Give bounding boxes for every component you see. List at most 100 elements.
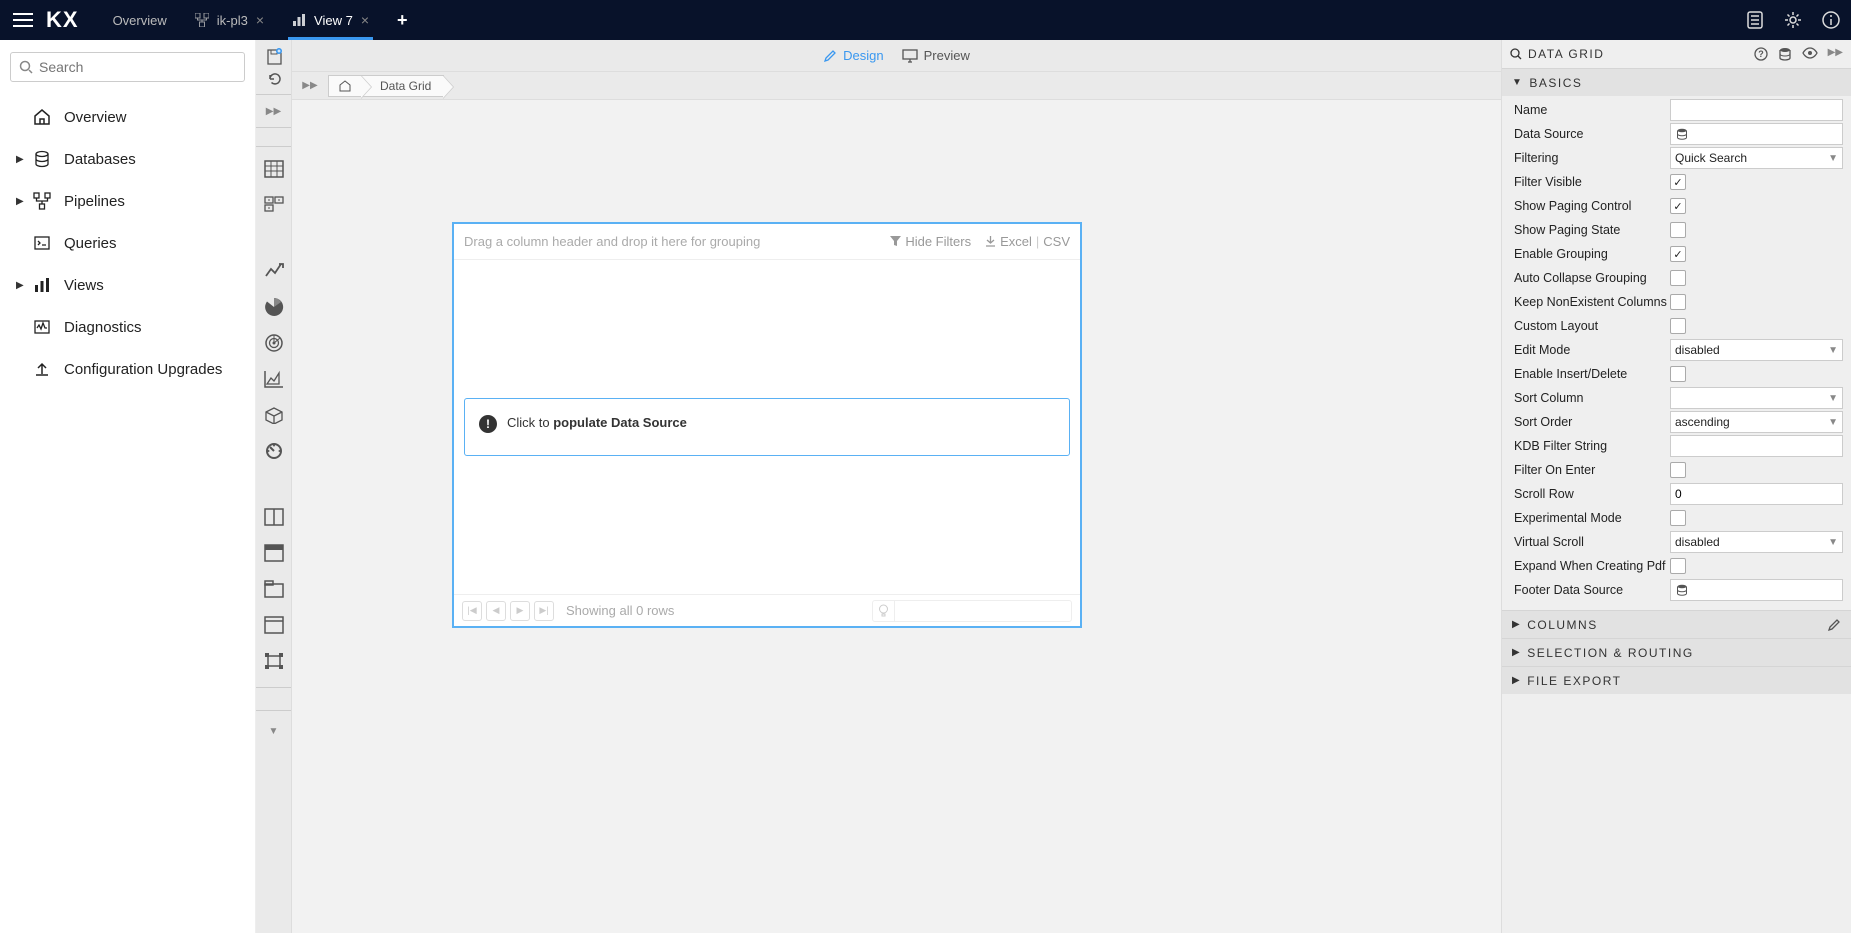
page-first-button[interactable]: |◀ <box>462 601 482 621</box>
pivot-icon[interactable] <box>260 191 288 219</box>
enable-grouping-checkbox[interactable]: ✓ <box>1670 246 1686 262</box>
prop-label: Show Paging Control <box>1510 199 1670 213</box>
tab-overview[interactable]: Overview <box>99 0 181 40</box>
gauge-icon[interactable] <box>260 437 288 465</box>
nav-overview[interactable]: ▶ Overview <box>10 96 245 138</box>
chevron-down-icon[interactable]: ▼ <box>269 719 279 743</box>
group-select-icon[interactable] <box>260 647 288 675</box>
tab-icon[interactable] <box>260 575 288 603</box>
toolstrip: ▶▶ ▼ <box>256 40 292 933</box>
breadcrumb-item[interactable]: Data Grid <box>361 75 444 97</box>
section-selection-routing[interactable]: ▶ SELECTION & ROUTING <box>1502 638 1851 666</box>
chevron-down-icon: ▼ <box>1828 537 1838 548</box>
preview-mode-button[interactable]: Preview <box>902 48 970 63</box>
download-icon <box>985 236 996 247</box>
sort-column-select[interactable]: ▼ <box>1670 387 1843 409</box>
search-icon[interactable] <box>1510 48 1522 60</box>
section-columns[interactable]: ▶ COLUMNS <box>1502 610 1851 638</box>
show-paging-state-checkbox[interactable] <box>1670 222 1686 238</box>
experimental-mode-checkbox[interactable] <box>1670 510 1686 526</box>
nav-diagnostics[interactable]: ▶ Diagnostics <box>10 306 245 348</box>
page-next-button[interactable]: ▶ <box>510 601 530 621</box>
populate-strong: populate Data Source <box>553 415 687 430</box>
close-icon[interactable]: × <box>256 12 264 28</box>
section-file-export[interactable]: ▶ FILE EXPORT <box>1502 666 1851 694</box>
filter-visible-checkbox[interactable]: ✓ <box>1670 174 1686 190</box>
search-field[interactable] <box>39 59 236 75</box>
table-icon[interactable] <box>260 155 288 183</box>
add-tab-button[interactable]: + <box>383 10 422 31</box>
auto-collapse-checkbox[interactable] <box>1670 270 1686 286</box>
pie-chart-icon[interactable] <box>260 293 288 321</box>
eye-icon[interactable] <box>1802 47 1818 61</box>
line-chart-icon[interactable] <box>260 257 288 285</box>
upload-icon <box>30 360 54 378</box>
datagrid-widget[interactable]: Drag a column header and drop it here fo… <box>452 222 1082 628</box>
lightbulb-icon <box>873 601 895 621</box>
radar-icon[interactable] <box>260 329 288 357</box>
kdb-filter-input[interactable] <box>1670 435 1843 457</box>
export-csv-button[interactable]: CSV <box>1043 234 1070 249</box>
sort-order-select[interactable]: ascending▼ <box>1670 411 1843 433</box>
show-paging-control-checkbox[interactable]: ✓ <box>1670 198 1686 214</box>
footer-datasource-input[interactable] <box>1670 579 1843 601</box>
expand-pdf-checkbox[interactable] <box>1670 558 1686 574</box>
scroll-row-input[interactable] <box>1670 483 1843 505</box>
datasource-input[interactable] <box>1670 123 1843 145</box>
info-icon[interactable] <box>1819 8 1843 32</box>
box-icon[interactable] <box>260 401 288 429</box>
collapse-toolstrip-icon[interactable]: ▶▶ <box>266 99 281 123</box>
edit-mode-select[interactable]: disabled▼ <box>1670 339 1843 361</box>
filter-icon <box>890 236 901 247</box>
nav-databases[interactable]: ▶ Databases <box>10 138 245 180</box>
name-input[interactable] <box>1670 99 1843 121</box>
search-input[interactable] <box>10 52 245 82</box>
nav-views[interactable]: ▶ Views <box>10 264 245 306</box>
breadcrumb-label: Data Grid <box>380 79 431 93</box>
nav-config-upgrades[interactable]: ▶ Configuration Upgrades <box>10 348 245 390</box>
undo-button[interactable] <box>260 68 288 90</box>
topbar: KX Overview ik-pl3 × View 7 × + <box>0 0 1851 40</box>
tab-view7[interactable]: View 7 × <box>278 0 383 40</box>
filter-on-enter-checkbox[interactable] <box>1670 462 1686 478</box>
nav-queries[interactable]: ▶ Queries <box>10 222 245 264</box>
section-basics[interactable]: ▼ BASICS <box>1502 68 1851 96</box>
window-icon[interactable] <box>260 611 288 639</box>
design-mode-button[interactable]: Design <box>823 48 883 63</box>
caret-icon: ▶ <box>16 154 28 165</box>
home-icon <box>339 80 351 92</box>
nav-label: Configuration Upgrades <box>64 361 222 378</box>
edit-icon[interactable] <box>1827 618 1841 632</box>
close-icon[interactable]: × <box>361 12 369 28</box>
expand-icon[interactable]: ▶▶ <box>1828 47 1843 61</box>
area-chart-icon[interactable] <box>260 365 288 393</box>
enable-insert-delete-checkbox[interactable] <box>1670 366 1686 382</box>
nav-label: Diagnostics <box>64 319 142 336</box>
columns-icon[interactable] <box>260 503 288 531</box>
page-prev-button[interactable]: ◀ <box>486 601 506 621</box>
gear-icon[interactable] <box>1781 8 1805 32</box>
database-icon[interactable] <box>1778 47 1792 61</box>
prop-label: Sort Order <box>1510 415 1670 429</box>
prop-label: Filtering <box>1510 151 1670 165</box>
header-icon[interactable] <box>260 539 288 567</box>
virtual-scroll-select[interactable]: disabled▼ <box>1670 531 1843 553</box>
breadcrumb-home[interactable] <box>328 75 362 97</box>
save-button[interactable] <box>260 46 288 68</box>
keep-nonexistent-checkbox[interactable] <box>1670 294 1686 310</box>
menu-icon[interactable] <box>8 5 38 35</box>
prop-label: Footer Data Source <box>1510 583 1670 597</box>
hide-filters-button[interactable]: Hide Filters <box>890 234 971 249</box>
filtering-select[interactable]: Quick Search▼ <box>1670 147 1843 169</box>
export-excel-button[interactable]: Excel <box>985 234 1032 249</box>
prop-label: Scroll Row <box>1510 487 1670 501</box>
help-icon[interactable]: ? <box>1754 47 1768 61</box>
grid-search[interactable] <box>872 600 1072 622</box>
nav-pipelines[interactable]: ▶ Pipelines <box>10 180 245 222</box>
populate-datasource-button[interactable]: ! Click to populate Data Source <box>464 398 1070 456</box>
tab-ik-pl3[interactable]: ik-pl3 × <box>181 0 278 40</box>
document-icon[interactable] <box>1743 8 1767 32</box>
page-last-button[interactable]: ▶| <box>534 601 554 621</box>
custom-layout-checkbox[interactable] <box>1670 318 1686 334</box>
collapse-left-icon[interactable]: ▶▶ <box>292 80 328 91</box>
